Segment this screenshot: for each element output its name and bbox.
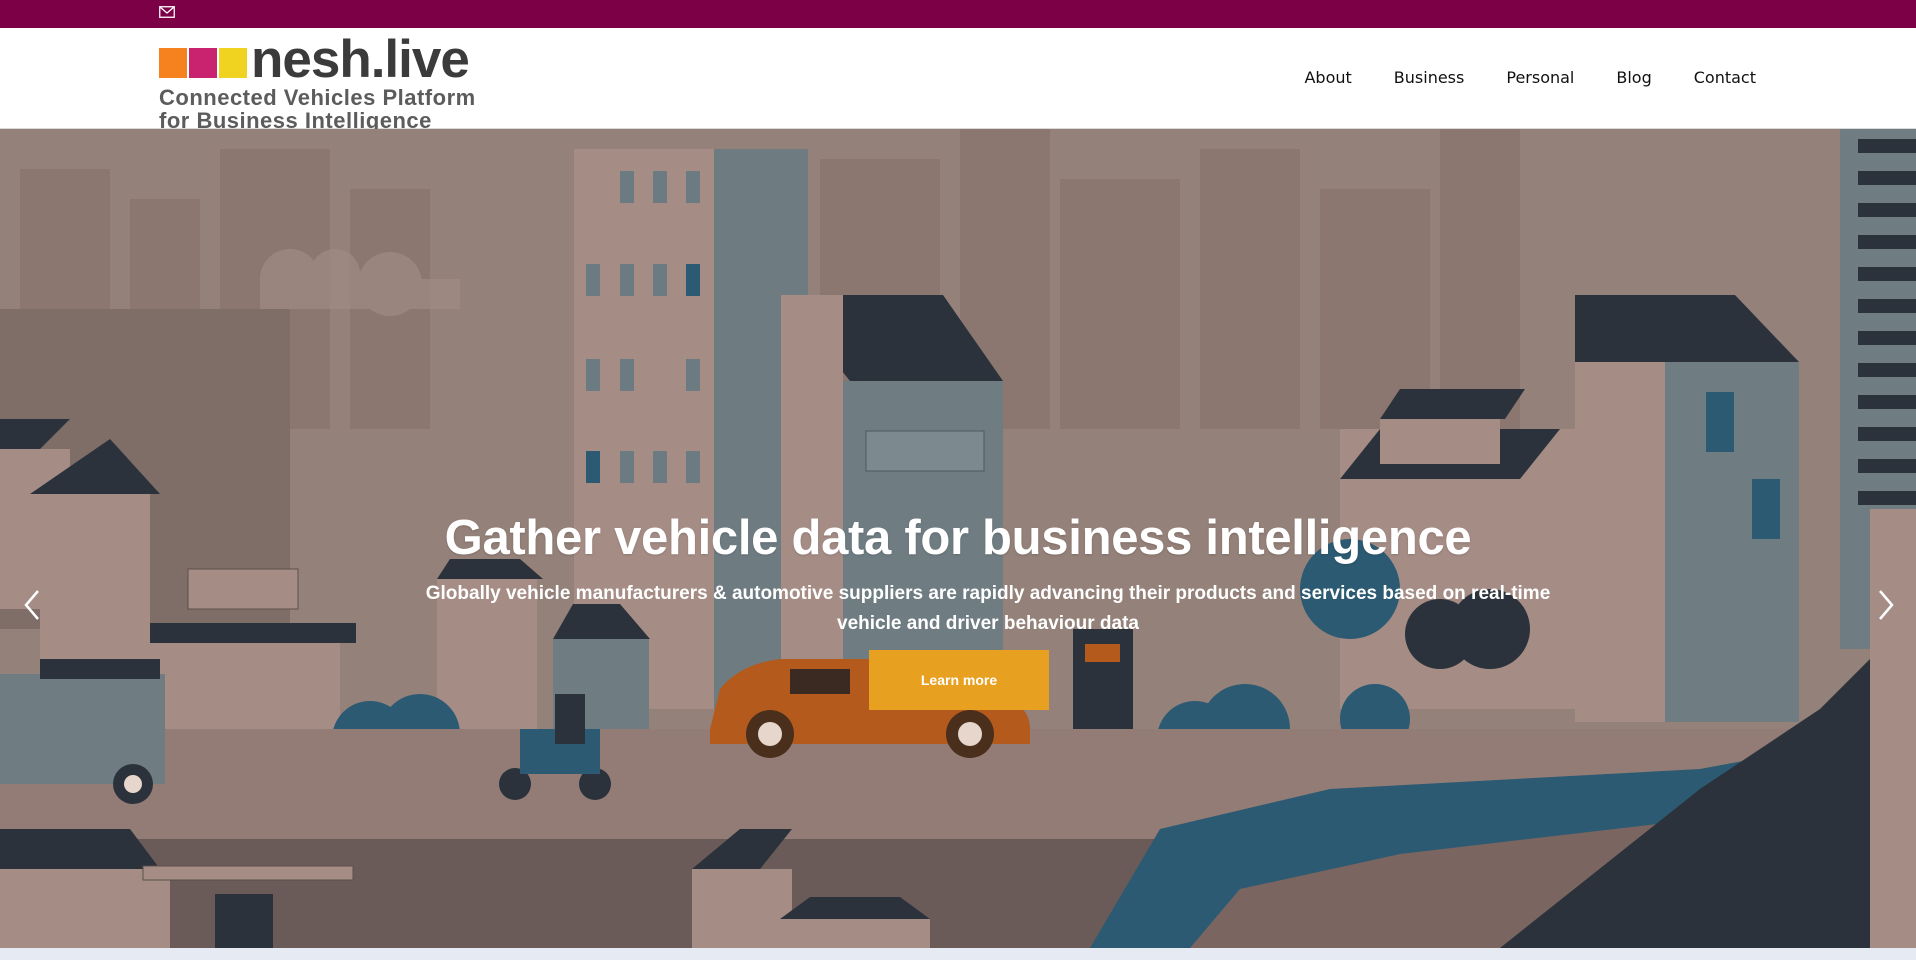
chevron-left-icon[interactable] [18, 585, 44, 625]
mail-icon[interactable] [159, 6, 175, 18]
logo-tagline: Connected Vehicles Platform for Business… [159, 86, 476, 132]
top-bar [0, 0, 1916, 28]
logo-squares [159, 48, 247, 78]
hero-slider: Gather vehicle data for business intelli… [0, 129, 1916, 948]
hero-title: Gather vehicle data for business intelli… [444, 510, 1472, 565]
site-header: nesh.live Connected Vehicles Platform fo… [0, 28, 1916, 132]
site-logo[interactable]: nesh.live Connected Vehicles Platform fo… [159, 30, 579, 132]
logo-name: nesh.live [251, 30, 470, 89]
logo-square-pink [189, 48, 217, 78]
nav-about[interactable]: About [1283, 28, 1372, 128]
page-bottom-strip [0, 948, 1916, 960]
nav-business[interactable]: Business [1373, 28, 1486, 128]
main-nav: About Business Personal Blog Contact [1283, 28, 1756, 128]
nav-blog[interactable]: Blog [1595, 28, 1672, 128]
logo-tagline-line1: Connected Vehicles Platform [159, 85, 476, 110]
hero-subtitle: Globally vehicle manufacturers & automot… [425, 583, 1551, 634]
learn-more-button[interactable]: Learn more [869, 650, 1049, 710]
logo-square-yellow [219, 48, 247, 78]
nav-contact[interactable]: Contact [1673, 28, 1756, 128]
nav-personal[interactable]: Personal [1485, 28, 1595, 128]
logo-square-orange [159, 48, 187, 78]
chevron-right-icon[interactable] [1874, 585, 1900, 625]
